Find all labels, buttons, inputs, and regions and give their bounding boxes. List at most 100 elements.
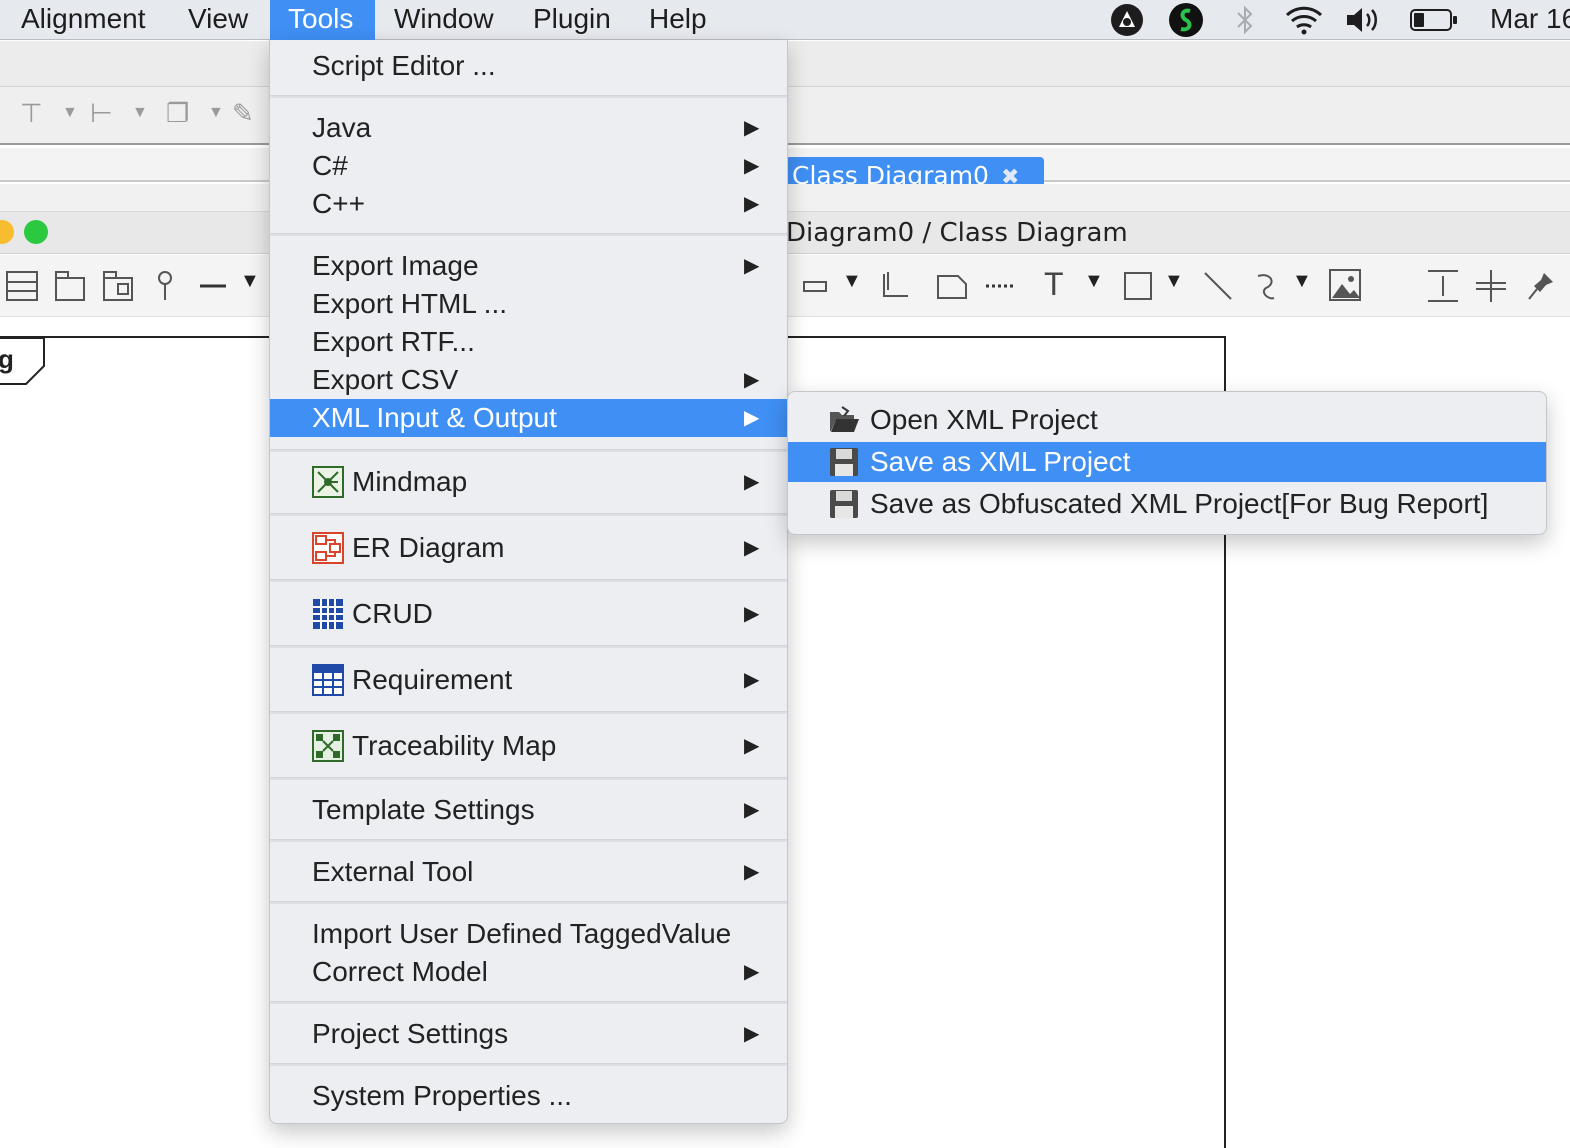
volume-icon[interactable] xyxy=(1344,0,1382,40)
menu-item-correct-model[interactable]: Correct Model ▶ xyxy=(270,953,787,991)
pin-icon[interactable] xyxy=(152,270,180,302)
compartment-icon[interactable] xyxy=(6,270,38,302)
menu-item-label: CRUD xyxy=(352,598,433,629)
menu-item-label: Script Editor ... xyxy=(312,50,496,81)
clock[interactable]: Mar 16 xyxy=(1472,0,1570,40)
arrange-icon[interactable]: ❐ xyxy=(166,98,189,128)
chevron-down-icon[interactable]: ▼ xyxy=(842,270,862,293)
chevron-down-icon[interactable]: ▼ xyxy=(208,98,224,128)
pin-tool-icon[interactable] xyxy=(1526,270,1556,302)
submenu-arrow-icon: ▶ xyxy=(744,537,760,559)
menu-item-xml-input-output[interactable]: XML Input & Output ▶ xyxy=(270,399,787,437)
menu-separator xyxy=(270,449,787,452)
text-field-icon[interactable] xyxy=(802,272,830,300)
align-left-icon[interactable]: ⊢ xyxy=(90,98,113,128)
chevron-down-icon[interactable]: ▼ xyxy=(62,98,78,128)
menu-item-project-settings[interactable]: Project Settings ▶ xyxy=(270,1015,787,1053)
submenu-arrow-icon: ▶ xyxy=(744,369,760,391)
chevron-down-icon[interactable]: ▼ xyxy=(1084,270,1104,293)
menu-separator xyxy=(270,839,787,842)
menu-item-export-csv[interactable]: Export CSV ▶ xyxy=(270,361,787,399)
line-icon[interactable] xyxy=(198,276,230,296)
menu-item-system-properties[interactable]: System Properties ... xyxy=(270,1077,787,1115)
zoom-button[interactable] xyxy=(24,220,48,244)
menu-item-java[interactable]: Java ▶ xyxy=(270,109,787,147)
menu-item-er-diagram[interactable]: ER Diagram ▶ xyxy=(270,529,787,567)
menu-item-label: ER Diagram xyxy=(352,532,505,563)
traceability-map-icon xyxy=(312,730,344,762)
anchor-icon[interactable] xyxy=(880,270,910,302)
format-painter-icon[interactable]: ✎ xyxy=(232,98,254,128)
package-icon[interactable] xyxy=(54,270,86,302)
menu-item-label: Traceability Map xyxy=(352,730,557,761)
submenu-arrow-icon: ▶ xyxy=(744,193,760,215)
menu-item-label: Correct Model xyxy=(312,956,488,987)
menu-view[interactable]: View xyxy=(170,0,266,40)
menu-bar: Alignment View Tools Window Plugin Help … xyxy=(0,0,1570,40)
menu-item-import-tagged-value[interactable]: Import User Defined TaggedValue xyxy=(270,915,787,953)
subsystem-icon[interactable] xyxy=(102,270,134,302)
menu-separator xyxy=(270,513,787,516)
menu-item-label: Export RTF... xyxy=(312,326,475,357)
menu-item-label: Export HTML ... xyxy=(312,288,508,319)
menu-item-traceability-map[interactable]: Traceability Map ▶ xyxy=(270,727,787,765)
menu-item-crud[interactable]: CRUD ▶ xyxy=(270,595,787,633)
submenu-arrow-icon: ▶ xyxy=(744,603,760,625)
battery-icon xyxy=(1408,0,1460,40)
image-icon[interactable] xyxy=(1328,268,1364,302)
menu-separator xyxy=(270,777,787,780)
bluetooth-icon[interactable] xyxy=(1230,0,1260,40)
menu-item-export-image[interactable]: Export Image ▶ xyxy=(270,247,787,285)
menu-item-external-tool[interactable]: External Tool ▶ xyxy=(270,853,787,891)
app-icon[interactable] xyxy=(1108,0,1146,40)
menu-separator xyxy=(270,901,787,904)
align-top-icon[interactable]: ⊤ xyxy=(20,98,43,128)
submenu-arrow-icon: ▶ xyxy=(744,799,760,821)
menu-item-csharp[interactable]: C# ▶ xyxy=(270,147,787,185)
submenu-item-save-as-xml-project[interactable]: Save as XML Project xyxy=(788,442,1546,482)
wifi-icon[interactable] xyxy=(1282,0,1326,40)
menu-item-script-editor[interactable]: Script Editor ... xyxy=(270,47,787,85)
menu-separator xyxy=(270,233,787,236)
dotted-line-icon[interactable] xyxy=(984,278,1018,294)
menu-item-label: Project Settings xyxy=(312,1018,509,1049)
app-icon-green[interactable] xyxy=(1166,0,1206,40)
menu-item-export-html[interactable]: Export HTML ... xyxy=(270,285,787,323)
diagonal-line-icon[interactable] xyxy=(1202,270,1234,302)
menu-item-cpp[interactable]: C++ ▶ xyxy=(270,185,787,223)
chevron-down-icon[interactable]: ▼ xyxy=(1292,270,1312,293)
text-icon[interactable]: T xyxy=(1044,266,1064,302)
chevron-down-icon[interactable]: ▼ xyxy=(1164,270,1184,293)
er-diagram-icon xyxy=(312,532,344,564)
window-title: Diagram0 / Class Diagram xyxy=(786,218,1128,248)
submenu-arrow-icon: ▶ xyxy=(744,1023,760,1045)
menu-item-label: Requirement xyxy=(352,664,513,695)
mindmap-icon xyxy=(312,466,344,498)
submenu-item-open-xml-project[interactable]: Open XML Project xyxy=(788,400,1546,440)
menu-item-mindmap[interactable]: Mindmap ▶ xyxy=(270,463,787,501)
expand-vertical-icon[interactable] xyxy=(1426,268,1460,304)
note-icon[interactable] xyxy=(936,270,968,302)
submenu-arrow-icon: ▶ xyxy=(744,669,760,691)
submenu-arrow-icon: ▶ xyxy=(744,117,760,139)
menu-plugin[interactable]: Plugin xyxy=(515,0,629,40)
menu-item-label: Template Settings xyxy=(312,794,535,825)
menu-window[interactable]: Window xyxy=(376,0,512,40)
freehand-icon[interactable] xyxy=(1252,270,1284,302)
rectangle-icon[interactable] xyxy=(1122,270,1154,302)
chevron-down-icon[interactable]: ▼ xyxy=(132,98,148,128)
menu-item-export-rtf[interactable]: Export RTF... xyxy=(270,323,787,361)
shrink-vertical-icon[interactable] xyxy=(1474,268,1508,304)
menu-alignment[interactable]: Alignment xyxy=(3,0,164,40)
menu-item-template-settings[interactable]: Template Settings ▶ xyxy=(270,791,787,829)
menu-tools[interactable]: Tools xyxy=(270,0,375,40)
menu-help[interactable]: Help xyxy=(631,0,725,40)
menu-item-label: System Properties ... xyxy=(312,1080,572,1111)
chevron-down-icon[interactable]: ▼ xyxy=(240,270,260,293)
menu-item-label: Export Image xyxy=(312,250,479,281)
menu-item-label: XML Input & Output xyxy=(312,402,557,433)
submenu-item-save-obfuscated[interactable]: Save as Obfuscated XML Project[For Bug R… xyxy=(788,484,1546,524)
menu-item-requirement[interactable]: Requirement ▶ xyxy=(270,661,787,699)
menu-separator xyxy=(270,579,787,582)
menu-item-label: External Tool xyxy=(312,856,474,887)
